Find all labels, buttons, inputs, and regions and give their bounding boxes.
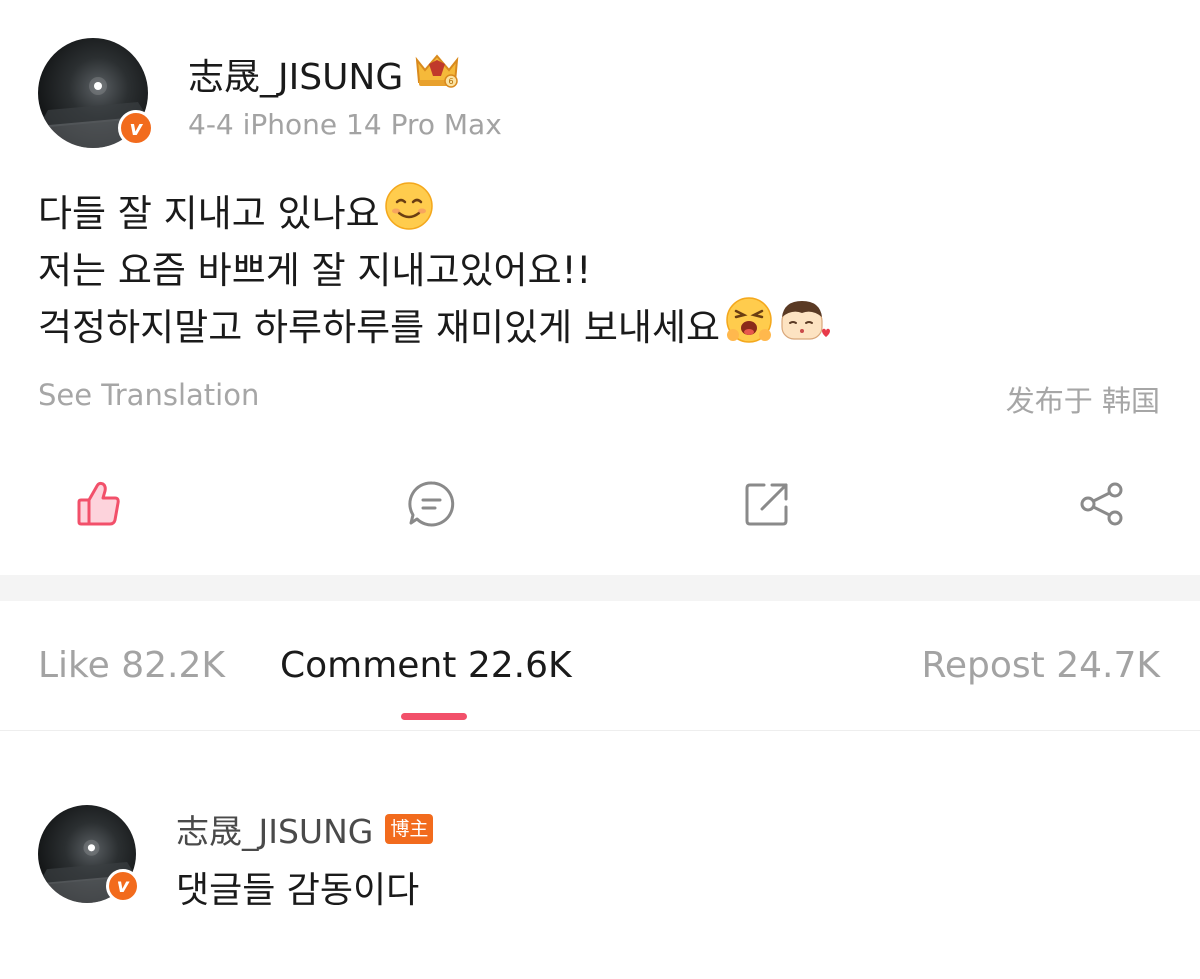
post-meta: 4-4 iPhone 14 Pro Max [188,108,502,141]
post-line-text: 저는 요즘 바쁘게 잘 지내고있어요!! [38,249,592,292]
post-location: 发布于 韩国 [1005,384,1160,418]
engagement-tabs: Like 82.2K Comment 22.6K Repost 24.7K [0,601,1200,731]
post-line: 저는 요즘 바쁘게 잘 지내고있어요!! [38,242,1168,299]
translation-row: See Translation 发布于 韩国 [38,378,1160,422]
see-translation-link[interactable]: See Translation [38,378,259,412]
comment-item[interactable]: v 志晟_JISUNG 博主 댓글들 감동이다 [38,805,1160,911]
crying-face-emoji-icon [724,295,774,361]
comment-button[interactable] [402,470,462,542]
share-icon [1077,479,1127,534]
share-button[interactable] [1072,470,1132,542]
verified-badge-icon: v [106,869,140,903]
comment-author[interactable]: 志晟_JISUNG 博主 [176,805,434,853]
like-button[interactable] [68,470,128,542]
post-line-text: 걱정하지말고 하루하루를 재미있게 보내세요 [38,306,721,349]
repost-button[interactable] [737,470,797,542]
tab-like[interactable]: Like 82.2K [38,645,225,686]
vip-crown-icon: 6 [411,50,463,99]
active-tab-indicator [401,713,467,720]
post-header: v 志晟_JISUNG 6 4-4 iPhone 14 Pro Max [38,38,1158,148]
repost-icon [742,479,792,534]
post-line: 걱정하지말고 하루하루를 재미있게 보내세요 [38,296,1168,356]
post-action-bar [0,470,1200,542]
tab-comment[interactable]: Comment 22.6K [280,645,572,686]
comment-icon [407,479,457,534]
comment-author-name: 志晟_JISUNG [176,812,374,851]
section-separator [0,575,1200,601]
post-author-name-text: 志晟_JISUNG [188,57,404,98]
post-line: 다들 잘 지내고 있나요 [38,181,1168,242]
smiling-face-emoji-icon [384,181,434,247]
post-content: 다들 잘 지내고 있나요 저는 요즘 바쁘게 잘 지내고있어요!! 걱정하지말고… [38,181,1168,356]
post-line-text: 다들 잘 지내고 있나요 [38,192,380,235]
kissing-face-emoji-icon [778,295,831,361]
verified-badge-icon: v [118,110,154,146]
author-badge: 博主 [385,814,434,844]
like-icon [73,478,123,535]
post-author-name[interactable]: 志晟_JISUNG 6 [188,48,463,100]
tab-repost[interactable]: Repost 24.7K [922,645,1161,686]
svg-text:6: 6 [449,77,454,86]
comment-text: 댓글들 감동이다 [176,870,420,911]
